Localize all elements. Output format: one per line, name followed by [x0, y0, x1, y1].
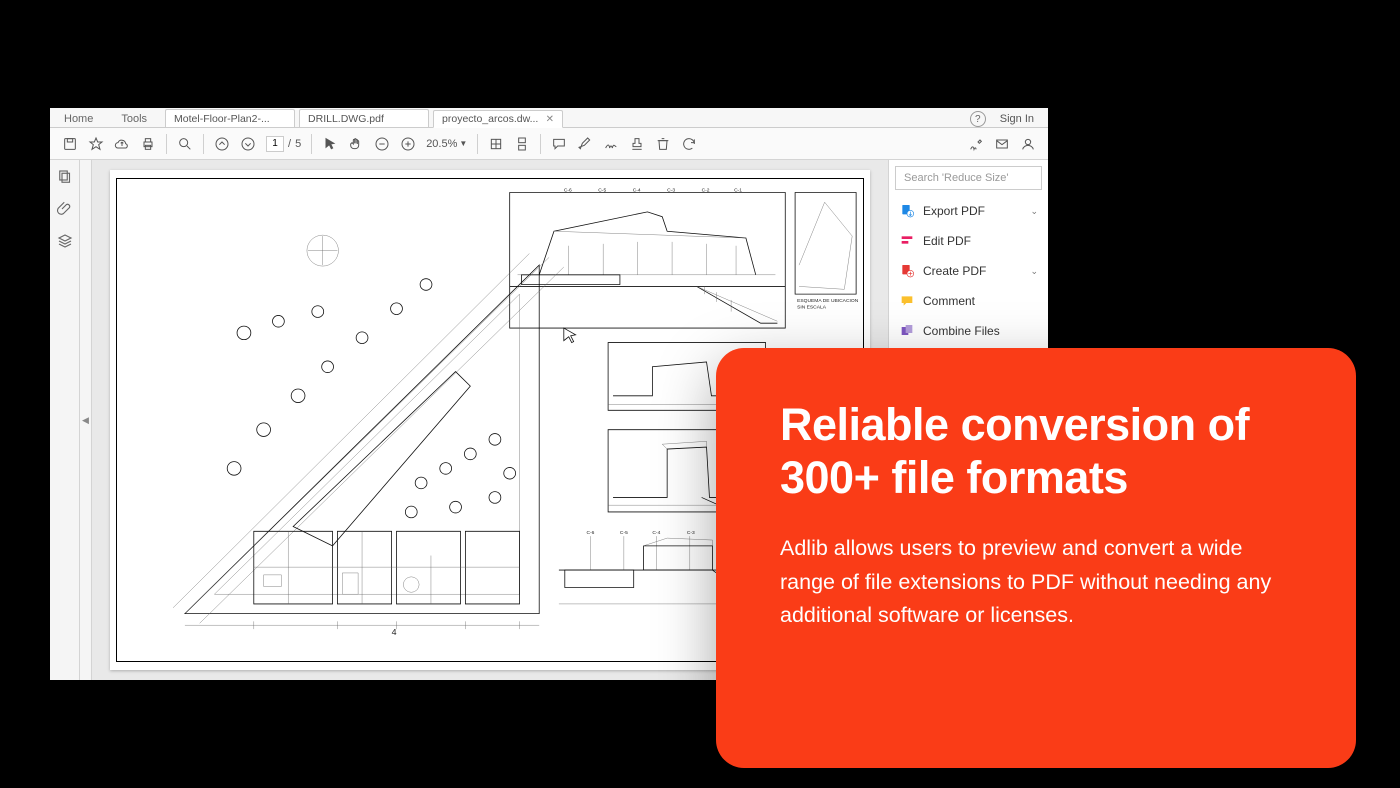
page-down-icon[interactable]	[236, 132, 260, 156]
tool-label: Edit PDF	[923, 234, 971, 248]
tool-label: Combine Files	[923, 324, 1000, 338]
comment-bubble-icon[interactable]	[547, 132, 571, 156]
stamp-icon[interactable]	[625, 132, 649, 156]
svg-text:C-3: C-3	[687, 530, 695, 536]
highlight-icon[interactable]	[573, 132, 597, 156]
document-tab-1[interactable]: DRILL.DWG.pdf	[299, 109, 429, 127]
svg-text:4: 4	[392, 627, 397, 637]
hand-icon[interactable]	[344, 132, 368, 156]
document-tab-0[interactable]: Motel-Floor-Plan2-...	[165, 109, 295, 127]
zoom-out-icon[interactable]	[370, 132, 394, 156]
star-icon[interactable]	[84, 132, 108, 156]
save-icon[interactable]	[58, 132, 82, 156]
svg-text:C-6: C-6	[564, 188, 572, 194]
svg-text:SIN ESCALA: SIN ESCALA	[797, 305, 827, 311]
tools-search-input[interactable]: Search 'Reduce Size'	[895, 166, 1042, 190]
search-icon[interactable]	[173, 132, 197, 156]
export-pdf-icon	[899, 203, 915, 219]
svg-text:C-1: C-1	[734, 188, 742, 194]
tool-label: Export PDF	[923, 204, 985, 218]
tool-combine-files[interactable]: Combine Files	[889, 316, 1048, 346]
pointer-icon[interactable]	[318, 132, 342, 156]
document-tab-2[interactable]: proyecto_arcos.dw... ✕	[433, 110, 563, 128]
tabstrip: Home Tools Motel-Floor-Plan2-... DRILL.D…	[50, 108, 1048, 128]
account-icon[interactable]	[1016, 132, 1040, 156]
page-total: 5	[295, 138, 301, 150]
document-tab-label: proyecto_arcos.dw...	[442, 113, 538, 125]
document-tab-label: Motel-Floor-Plan2-...	[174, 113, 270, 125]
tool-create-pdf[interactable]: Create PDF ⌄	[889, 256, 1048, 286]
tool-comment[interactable]: Comment	[889, 286, 1048, 316]
mail-icon[interactable]	[990, 132, 1014, 156]
print-icon[interactable]	[136, 132, 160, 156]
zoom-level[interactable]: 20.5% ▼	[422, 138, 471, 150]
zoom-in-icon[interactable]	[396, 132, 420, 156]
page-current-input[interactable]	[266, 136, 284, 152]
trash-icon[interactable]	[651, 132, 675, 156]
svg-text:C-6: C-6	[586, 530, 594, 536]
tool-label: Comment	[923, 294, 975, 308]
close-tab-icon[interactable]: ✕	[546, 114, 554, 125]
svg-text:C-5: C-5	[620, 530, 628, 536]
chevron-down-icon: ▼	[459, 139, 467, 148]
promo-body: Adlib allows users to preview and conver…	[780, 532, 1296, 632]
svg-text:C-4: C-4	[652, 530, 660, 536]
svg-text:C-5: C-5	[598, 188, 606, 194]
left-nav-rail	[50, 160, 80, 680]
layers-icon[interactable]	[56, 232, 74, 250]
document-tab-label: DRILL.DWG.pdf	[308, 113, 384, 125]
scroll-mode-icon[interactable]	[510, 132, 534, 156]
zoom-value: 20.5%	[426, 138, 457, 150]
tab-home[interactable]: Home	[50, 113, 107, 127]
create-pdf-icon	[899, 263, 915, 279]
rotate-icon[interactable]	[677, 132, 701, 156]
signature-pen-icon[interactable]	[964, 132, 988, 156]
fit-icon[interactable]	[484, 132, 508, 156]
svg-text:C-2: C-2	[702, 188, 710, 194]
help-icon[interactable]: ?	[970, 111, 986, 127]
tool-edit-pdf[interactable]: Edit PDF	[889, 226, 1048, 256]
tool-export-pdf[interactable]: Export PDF ⌄	[889, 196, 1048, 226]
promo-title: Reliable conversion of 300+ file formats	[780, 398, 1296, 504]
tool-label: Create PDF	[923, 264, 986, 278]
chevron-down-icon: ⌄	[1030, 206, 1038, 217]
tab-tools[interactable]: Tools	[107, 113, 161, 127]
sign-in-link[interactable]: Sign In	[1000, 113, 1034, 125]
search-placeholder: Search 'Reduce Size'	[904, 172, 1008, 184]
page-sep: /	[288, 138, 291, 150]
collapse-panel-button[interactable]: ◀	[80, 160, 92, 680]
promo-card: Reliable conversion of 300+ file formats…	[716, 348, 1356, 768]
drawing-note: ESQUEMA DE UBICACION	[797, 298, 859, 304]
comment-icon	[899, 293, 915, 309]
cloud-upload-icon[interactable]	[110, 132, 134, 156]
svg-text:C-3: C-3	[667, 188, 675, 194]
edit-pdf-icon	[899, 233, 915, 249]
svg-text:C-4: C-4	[633, 188, 641, 194]
toolbar: / 5 20.5% ▼	[50, 128, 1048, 160]
chevron-down-icon: ⌄	[1030, 266, 1038, 277]
sign-icon[interactable]	[599, 132, 623, 156]
thumbnails-icon[interactable]	[56, 168, 74, 186]
page-up-icon[interactable]	[210, 132, 234, 156]
page-indicator: / 5	[262, 136, 305, 152]
attachments-icon[interactable]	[56, 200, 74, 218]
combine-files-icon	[899, 323, 915, 339]
